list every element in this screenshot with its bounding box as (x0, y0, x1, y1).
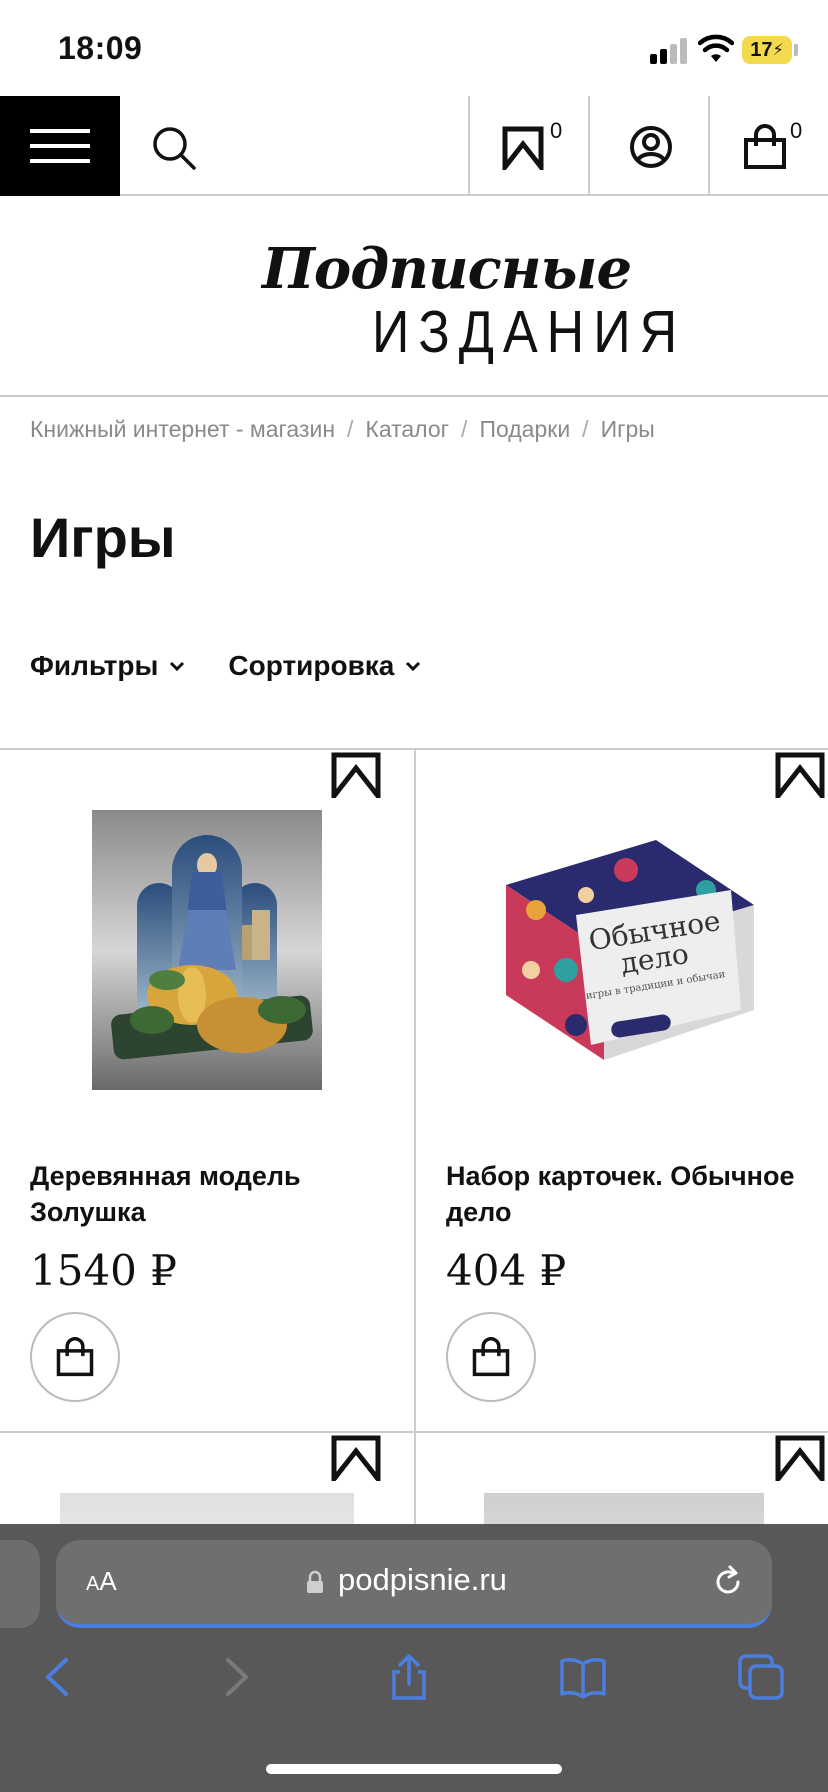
user-icon (630, 126, 672, 168)
clock: 18:09 (58, 30, 143, 66)
product-card[interactable]: Обычное дело игры в традиции и обычаи На… (414, 748, 828, 1431)
logo-script-text: Подписные (262, 236, 632, 302)
logo-caps-text: ИЗДАНИЯ (372, 299, 687, 366)
breadcrumb-item-home[interactable]: Книжный интернет - магазин (30, 416, 335, 442)
address-bar[interactable]: AA podpisnie.ru (56, 1540, 772, 1628)
bookmark-icon (502, 126, 544, 170)
forward-icon[interactable] (210, 1652, 260, 1702)
add-to-cart-button[interactable] (30, 1312, 120, 1402)
catalog-toolbar: Фильтры Сортировка (30, 650, 422, 682)
filters-button[interactable]: Фильтры (30, 650, 186, 682)
product-price: 1540 ₽ (30, 1246, 177, 1295)
product-image-card-set[interactable]: Обычное дело игры в традиции и обычаи (476, 810, 770, 1090)
bookmark-icon[interactable] (330, 1435, 382, 1481)
add-to-cart-button[interactable] (446, 1312, 536, 1402)
divider (0, 395, 828, 397)
breadcrumb: Книжный интернет - магазин / Каталог / Подар… (30, 416, 655, 443)
breadcrumb-item-gifts[interactable]: Подарки (479, 416, 570, 442)
share-icon[interactable] (384, 1652, 434, 1702)
product-name[interactable]: Набор карточек. Обычное дело (446, 1158, 806, 1230)
previous-tab-preview[interactable] (0, 1540, 40, 1628)
bookmark-icon[interactable] (330, 752, 382, 798)
bookmarks-count: 0 (550, 118, 563, 143)
breadcrumb-separator: / (347, 416, 354, 442)
status-bar: 18:09 17 ⚡ (0, 0, 828, 96)
shopping-bag-icon (56, 1337, 94, 1377)
breadcrumb-separator: / (461, 416, 468, 442)
wifi-icon (698, 34, 734, 62)
reload-icon[interactable] (710, 1564, 746, 1600)
cellular-signal-icon (650, 38, 690, 64)
sort-label: Сортировка (228, 650, 395, 681)
text-size-button[interactable]: AA (86, 1566, 117, 1597)
chevron-down-icon (406, 661, 421, 672)
product-name[interactable]: Деревянная модель Золушка (30, 1158, 390, 1230)
tabs-icon[interactable] (736, 1652, 786, 1702)
search-icon[interactable] (150, 124, 198, 172)
cart-count: 0 (790, 118, 803, 143)
shopping-bag-icon (744, 124, 786, 169)
product-image-cinderella-model[interactable] (92, 810, 322, 1090)
lock-icon (307, 1570, 323, 1593)
bookmarks-book-icon[interactable] (558, 1652, 608, 1702)
bookmark-icon[interactable] (774, 1435, 826, 1481)
back-icon[interactable] (34, 1652, 84, 1702)
breadcrumb-item-current: Игры (600, 416, 655, 442)
home-indicator (266, 1764, 562, 1774)
account-button[interactable] (588, 96, 708, 196)
product-card[interactable]: Деревянная модель Золушка 1540 ₽ (0, 748, 414, 1431)
bookmark-icon[interactable] (774, 752, 826, 798)
sort-button[interactable]: Сортировка (228, 650, 422, 682)
breadcrumb-item-catalog[interactable]: Каталог (365, 416, 449, 442)
product-price: 404 ₽ (446, 1246, 567, 1295)
battery-cap (794, 44, 798, 56)
shopping-bag-icon (472, 1337, 510, 1377)
cart-button[interactable]: 0 (708, 96, 828, 196)
chevron-down-icon (170, 661, 185, 672)
breadcrumb-separator: / (582, 416, 589, 442)
battery-indicator: 17 ⚡ (742, 36, 792, 64)
site-header: 0 0 (0, 96, 828, 196)
url-text: podpisnie.ru (338, 1562, 507, 1597)
page-title: Игры (30, 506, 176, 569)
filters-label: Фильтры (30, 650, 159, 681)
bookmarks-button[interactable]: 0 (468, 96, 588, 196)
menu-button[interactable] (0, 96, 120, 196)
